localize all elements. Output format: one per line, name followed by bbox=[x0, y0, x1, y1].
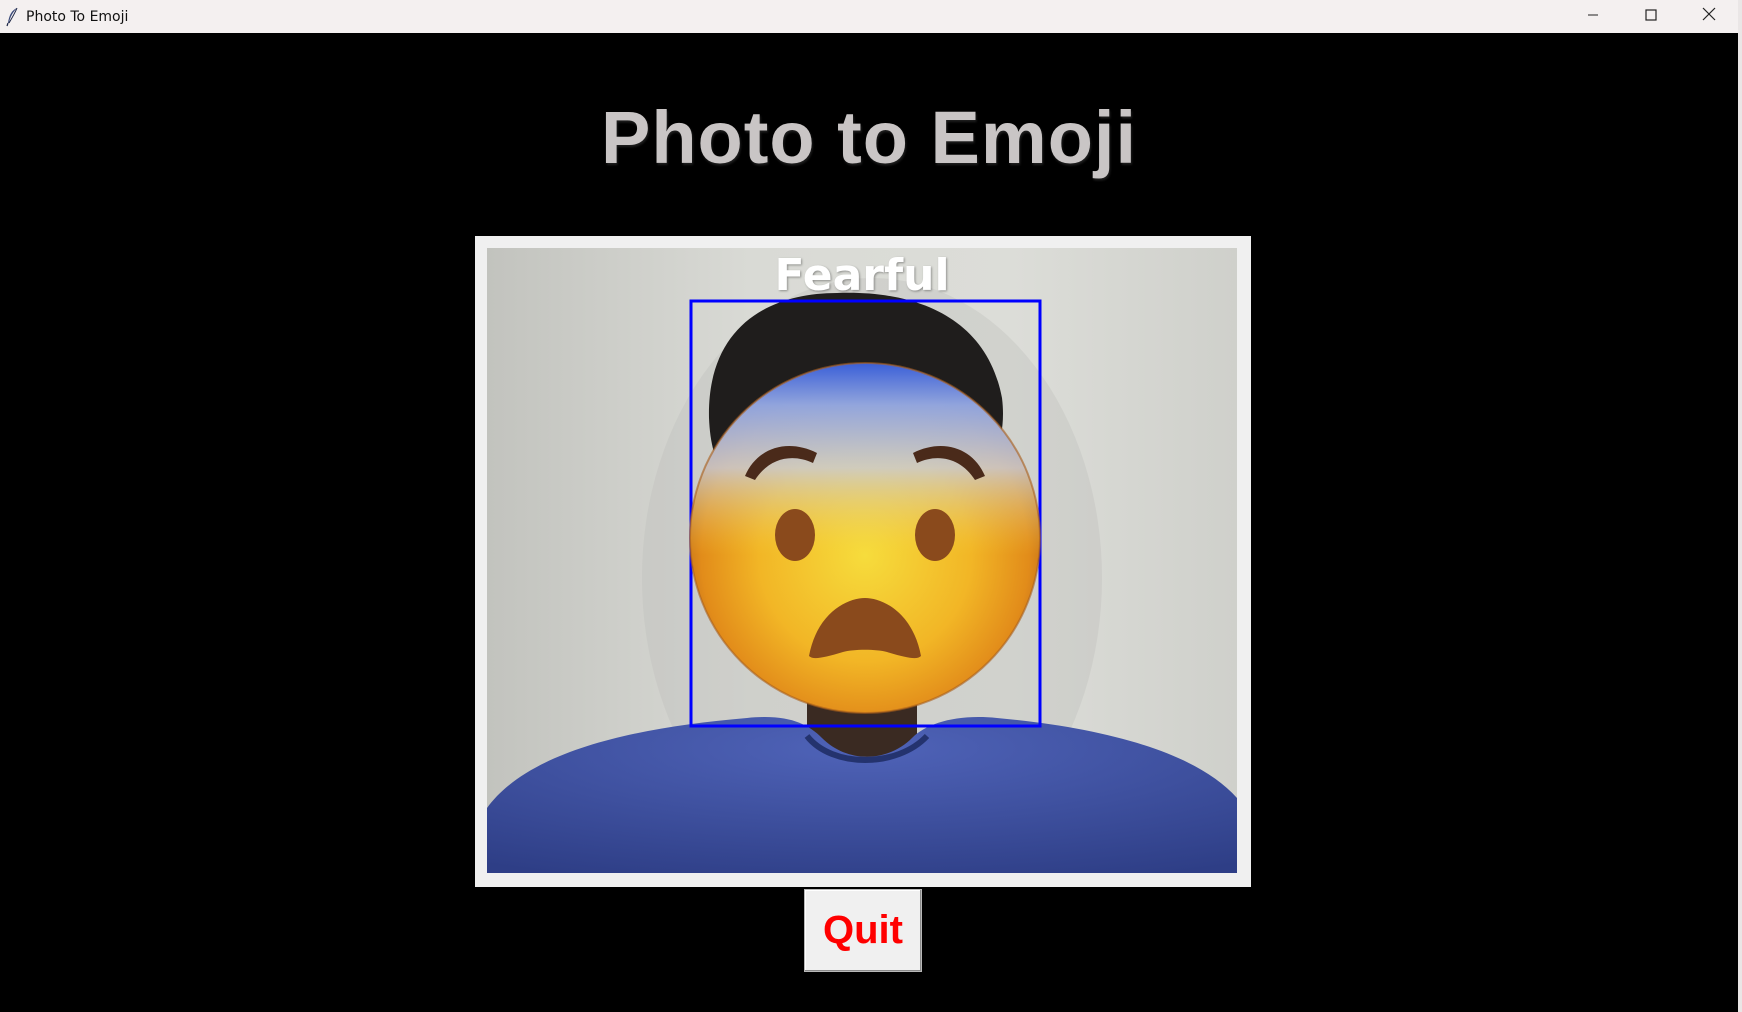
fearful-face-emoji bbox=[689, 362, 1041, 714]
feather-icon bbox=[2, 6, 24, 28]
webcam-image bbox=[487, 248, 1237, 873]
minimize-icon bbox=[1587, 8, 1599, 26]
video-panel: Fearful bbox=[475, 236, 1251, 887]
close-icon bbox=[1702, 7, 1716, 26]
page-title: Photo to Emoji bbox=[600, 96, 1138, 179]
quit-button[interactable]: Quit bbox=[804, 889, 922, 972]
window-title: Photo To Emoji bbox=[26, 8, 129, 25]
emotion-label: Fearful bbox=[774, 250, 950, 301]
maximize-icon bbox=[1645, 8, 1657, 26]
title-bar: Photo To Emoji bbox=[0, 0, 1738, 33]
app-window: Photo To Emoji Photo to Emoji Fearful Qu… bbox=[0, 0, 1742, 1012]
maximize-button[interactable] bbox=[1622, 0, 1680, 33]
minimize-button[interactable] bbox=[1564, 0, 1622, 33]
window-controls bbox=[1564, 0, 1738, 33]
webcam-feed: Fearful bbox=[487, 248, 1237, 873]
close-button[interactable] bbox=[1680, 0, 1738, 33]
window-edge bbox=[1738, 0, 1742, 1012]
